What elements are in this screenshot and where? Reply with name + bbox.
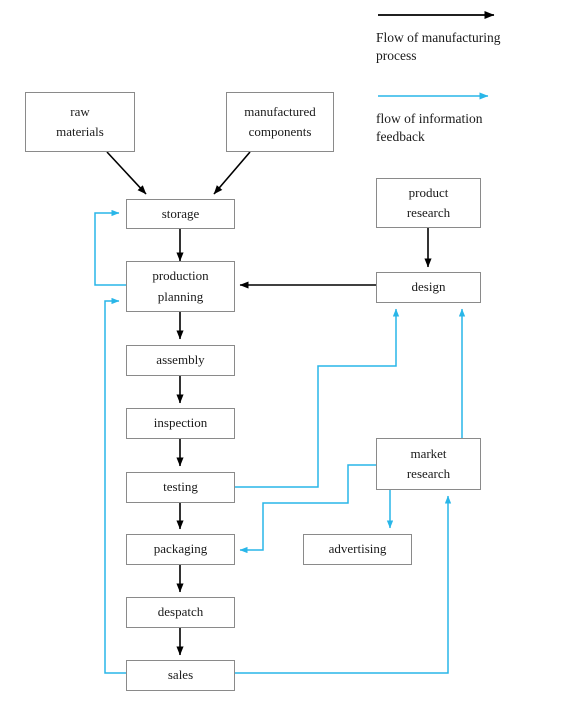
information-feedback-arrow-icon xyxy=(378,92,489,100)
node-market-research[interactable]: market research xyxy=(376,438,481,490)
legend-line: feedback xyxy=(376,129,425,145)
node-label-line: components xyxy=(248,124,312,139)
edge-sales-to-market-research xyxy=(235,495,452,674)
node-label-line: research xyxy=(406,466,451,481)
process-flow-arrow-icon xyxy=(378,11,495,19)
node-storage[interactable]: storage xyxy=(126,199,235,229)
node-label-line: despatch xyxy=(157,604,204,620)
node-label-line: planning xyxy=(157,288,204,304)
edge-production-planning-to-storage xyxy=(94,209,126,286)
node-label-line: design xyxy=(411,279,446,295)
node-label-line: assembly xyxy=(156,352,205,368)
node-production-planning[interactable]: production planning xyxy=(126,261,235,312)
flowchart-canvas: raw materials manufactured components st… xyxy=(0,0,566,704)
node-design[interactable]: design xyxy=(376,272,481,303)
legend-process-flow-label: Flow of manufacturing process xyxy=(376,29,546,65)
node-label-line: packaging xyxy=(153,541,208,557)
legend-information-feedback: flow of information feedback xyxy=(376,87,546,146)
edge-testing-to-design xyxy=(235,308,400,488)
edge-components-to-storage xyxy=(213,151,251,195)
node-label-line: raw xyxy=(70,103,90,119)
edge-raw-materials-to-storage xyxy=(106,151,147,195)
node-label-line: storage xyxy=(161,205,200,221)
node-label-line: advertising xyxy=(328,541,387,557)
node-packaging[interactable]: packaging xyxy=(126,534,235,565)
node-label-line: materials xyxy=(56,124,104,139)
legend-line: process xyxy=(376,48,417,64)
node-raw-materials[interactable]: raw materials xyxy=(25,92,135,152)
node-despatch[interactable]: despatch xyxy=(126,597,235,628)
legend-line: flow of information xyxy=(376,111,483,126)
node-label-line: product xyxy=(408,184,449,200)
node-testing[interactable]: testing xyxy=(126,472,235,503)
node-label-line: production xyxy=(152,268,209,284)
edge-sales-to-production-planning xyxy=(104,297,126,674)
node-inspection[interactable]: inspection xyxy=(126,408,235,439)
node-label-line: testing xyxy=(163,479,198,495)
legend-information-feedback-label: flow of information feedback xyxy=(376,110,546,146)
legend-line: Flow of manufacturing xyxy=(376,30,501,45)
node-label-line: inspection xyxy=(153,415,208,431)
node-label-line: sales xyxy=(167,667,194,683)
legend-process-flow: Flow of manufacturing process xyxy=(376,6,546,65)
node-sales[interactable]: sales xyxy=(126,660,235,691)
node-manufactured-components[interactable]: manufactured components xyxy=(226,92,334,152)
node-product-research[interactable]: product research xyxy=(376,178,481,228)
node-label-line: manufactured xyxy=(244,103,316,119)
node-label-line: market xyxy=(410,445,447,461)
node-label-line: research xyxy=(406,205,451,220)
node-advertising[interactable]: advertising xyxy=(303,534,412,565)
node-assembly[interactable]: assembly xyxy=(126,345,235,376)
